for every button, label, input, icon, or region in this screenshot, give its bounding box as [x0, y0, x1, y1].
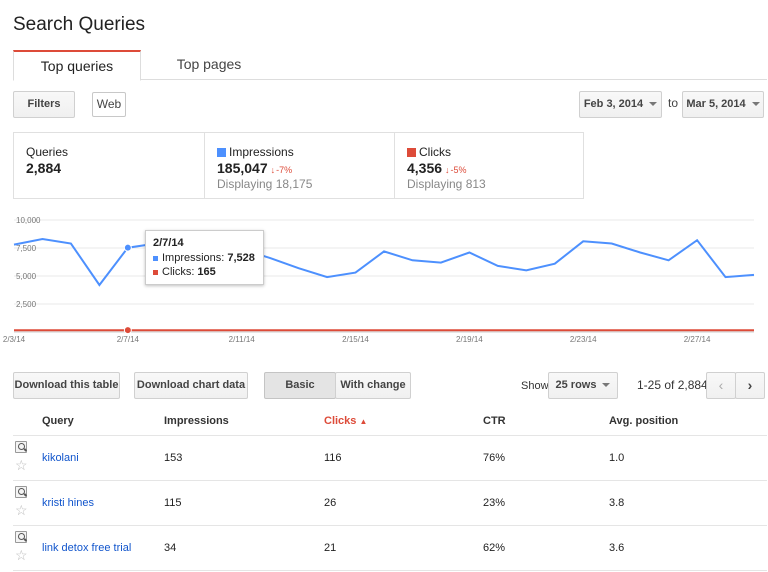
metric-queries[interactable]: Queries 2,884 [14, 133, 204, 198]
prev-page-button[interactable]: ‹ [706, 372, 736, 399]
query-link[interactable]: kristi hines [42, 497, 94, 509]
magnifier-icon[interactable] [15, 486, 27, 498]
table-header: Query Impressions Clicks ▲ CTR Avg. posi… [13, 406, 767, 436]
column-header-ctr[interactable]: CTR [483, 415, 506, 427]
position-cell: 3.6 [609, 542, 625, 554]
basic-view-button[interactable]: Basic [264, 372, 336, 399]
column-header-query[interactable]: Query [42, 415, 74, 427]
star-icon[interactable]: ☆ [15, 458, 28, 472]
column-header-clicks-label: Clicks [324, 415, 357, 427]
download-chart-button[interactable]: Download chart data [134, 372, 248, 399]
metric-impressions[interactable]: Impressions 185,047 ↓-7% Displaying 18,17… [204, 133, 394, 198]
rows-per-page-select[interactable]: 25 rows [548, 372, 618, 399]
start-date-label: Feb 3, 2014 [583, 98, 644, 110]
tooltip-impressions-swatch [153, 255, 158, 261]
next-page-button[interactable]: › [735, 372, 765, 399]
position-cell: 1.0 [609, 452, 625, 464]
impressions-swatch[interactable] [217, 147, 226, 157]
tooltip-impressions-label: Impressions: [162, 252, 225, 264]
table-row: ☆ kristi hines 115 26 23% 3.8 [13, 481, 767, 526]
metric-label: Clicks [419, 145, 451, 159]
sort-ascending-icon: ▲ [359, 417, 368, 426]
metric-value: 4,356 [407, 160, 443, 176]
impressions-cell: 115 [164, 497, 182, 509]
clicks-cell: 26 [324, 497, 337, 509]
tooltip-clicks-label: Clicks: [162, 266, 195, 278]
ctr-cell: 76% [483, 452, 506, 464]
tab-top-pages[interactable]: Top pages [141, 50, 277, 80]
metric-displaying: Displaying 813 [407, 177, 486, 191]
y-tick-label: 7,500 [16, 244, 37, 253]
query-link[interactable]: kikolani [42, 452, 79, 464]
star-icon[interactable]: ☆ [15, 548, 28, 562]
web-filter-chip[interactable]: Web [92, 92, 126, 117]
show-label: Show [521, 380, 549, 392]
performance-chart[interactable]: 10,000 7,500 5,000 2,500 2/3/14 2/7/14 2/11/14… [0, 210, 768, 350]
with-change-view-button[interactable]: With change [335, 372, 411, 399]
clicks-cell: 21 [324, 542, 337, 554]
metrics-summary: Queries 2,884 Impressions 185,047 ↓-7% Di… [13, 132, 584, 199]
highlight-point-clicks [123, 326, 132, 335]
magnifier-icon[interactable] [15, 531, 27, 543]
column-header-clicks[interactable]: Clicks ▲ [324, 415, 367, 427]
y-tick-label: 2,500 [16, 300, 37, 309]
star-icon[interactable]: ☆ [15, 503, 28, 517]
rows-select-label: 25 rows [555, 379, 597, 391]
metric-delta: -7% [276, 165, 293, 175]
end-date-label: Mar 5, 2014 [686, 98, 746, 110]
ctr-cell: 23% [483, 497, 506, 509]
table-row: ☆ kikolani 153 116 76% 1.0 [13, 436, 767, 481]
x-tick-label: 2/7/14 [117, 335, 140, 344]
position-cell: 3.8 [609, 497, 625, 509]
tooltip-date: 2/7/14 [153, 237, 184, 249]
down-arrow-icon: ↓ [270, 165, 276, 175]
column-header-avg-position[interactable]: Avg. position [609, 415, 678, 427]
filters-button[interactable]: Filters [13, 91, 75, 118]
queries-table: Query Impressions Clicks ▲ CTR Avg. posi… [13, 406, 767, 571]
query-link[interactable]: link detox free trial [42, 542, 131, 554]
date-range-to-label: to [668, 96, 679, 110]
tab-top-queries[interactable]: Top queries [13, 50, 141, 81]
chart-svg: 10,000 7,500 5,000 2,500 2/3/14 2/7/14 2/11/14… [3, 216, 755, 344]
ctr-cell: 62% [483, 542, 506, 554]
page-title: Search Queries [13, 14, 146, 35]
chevron-down-icon [751, 102, 760, 107]
x-tick-label: 2/23/14 [570, 335, 597, 344]
download-table-button[interactable]: Download this table [13, 372, 120, 399]
x-tick-label: 2/3/14 [3, 335, 26, 344]
metric-label: Impressions [229, 145, 294, 159]
x-tick-label: 2/19/14 [456, 335, 483, 344]
x-tick-label: 2/27/14 [684, 335, 711, 344]
metric-value: 2,884 [26, 160, 62, 176]
chevron-down-icon [602, 383, 611, 388]
clicks-swatch[interactable] [407, 147, 416, 157]
tooltip-impressions-value: 7,528 [227, 252, 255, 264]
chart-tooltip: 2/7/14 Impressions: 7,528 Clicks: 165 [145, 230, 264, 285]
impressions-cell: 34 [164, 542, 177, 554]
end-date-picker[interactable]: Mar 5, 2014 [682, 91, 764, 118]
clicks-cell: 116 [324, 452, 342, 464]
chevron-down-icon [649, 102, 658, 107]
metric-displaying: Displaying 18,175 [217, 177, 313, 191]
tooltip-clicks-swatch [153, 269, 158, 275]
metric-value: 185,047 [217, 160, 268, 176]
metric-label: Queries [26, 145, 69, 159]
x-tick-label: 2/11/14 [229, 335, 256, 344]
metric-clicks[interactable]: Clicks 4,356 ↓-5% Displaying 813 [394, 133, 584, 198]
x-tick-label: 2/15/14 [342, 335, 369, 344]
metric-delta: -5% [450, 165, 467, 175]
tab-bar: Top queries Top pages [13, 50, 767, 81]
down-arrow-icon: ↓ [445, 165, 450, 175]
start-date-picker[interactable]: Feb 3, 2014 [579, 91, 662, 118]
highlight-point-impressions [123, 243, 132, 252]
tooltip-clicks-value: 165 [197, 266, 216, 278]
column-header-impressions[interactable]: Impressions [164, 415, 229, 427]
table-row: ☆ link detox free trial 34 21 62% 3.6 [13, 526, 767, 571]
pagination-range: 1-25 of 2,884 [637, 378, 708, 392]
impressions-cell: 153 [164, 452, 183, 464]
y-tick-label: 10,000 [16, 216, 41, 225]
y-tick-label: 5,000 [16, 272, 37, 281]
magnifier-icon[interactable] [15, 441, 27, 453]
